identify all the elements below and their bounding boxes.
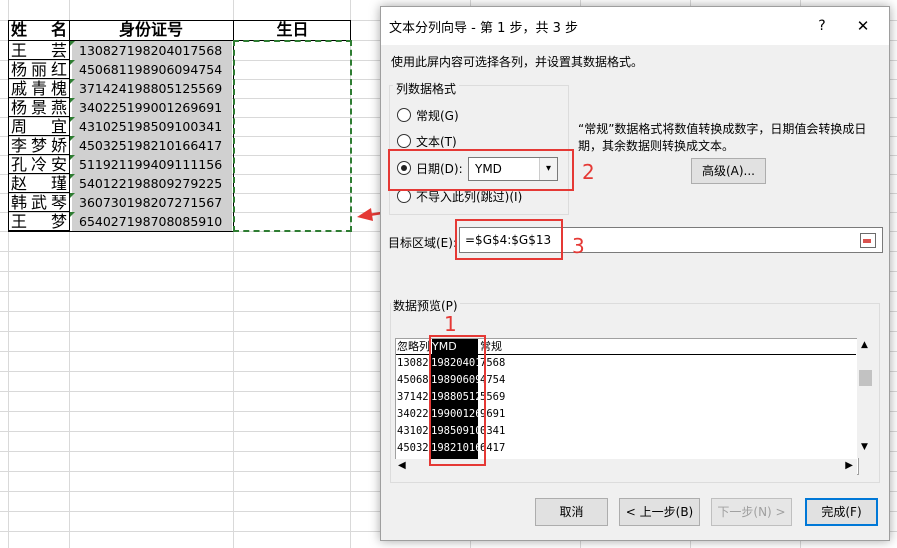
text-number-indicator-icon	[70, 117, 75, 122]
id-cell[interactable]: 130827198204017568	[72, 41, 232, 60]
close-button[interactable]: ✕	[851, 14, 875, 38]
dialog-title: 文本分列向导 - 第 1 步，共 3 步	[389, 21, 579, 36]
preview-cell: 9691	[480, 408, 506, 420]
name-cell[interactable]: 孔冷安	[11, 155, 67, 174]
destination-label: 目标区域(E):	[388, 236, 457, 250]
radio-general-label: 常规(G)	[416, 109, 459, 123]
id-cell[interactable]: 431025198509100341	[72, 117, 232, 136]
back-button[interactable]: < 上一步(B)	[619, 498, 700, 526]
instruction-text: 使用此屏内容可选择各列，并设置其数据格式。	[391, 55, 644, 69]
text-number-indicator-icon	[70, 212, 75, 217]
annotation-box-2	[388, 149, 574, 191]
id-cell[interactable]: 654027198708085910	[72, 212, 232, 231]
annotation-box-1	[429, 335, 486, 466]
radio-icon	[397, 108, 411, 122]
text-number-indicator-icon	[70, 174, 75, 179]
cancel-button[interactable]: 取消	[535, 498, 608, 526]
radio-skip-label: 不导入此列(跳过)(I)	[416, 190, 523, 204]
preview-cell: 7568	[480, 357, 506, 369]
header-birth: 生日	[276, 20, 309, 39]
text-number-indicator-icon	[70, 60, 75, 65]
birth-column-selection	[233, 40, 352, 232]
id-cell[interactable]: 511921199409111156	[72, 155, 232, 174]
text-number-indicator-icon	[70, 41, 75, 46]
id-cell[interactable]: 450325198210166417	[72, 136, 232, 155]
name-cell[interactable]: 赵 瑾	[11, 174, 67, 193]
radio-icon	[397, 189, 411, 203]
preview-cell: 5569	[480, 391, 506, 403]
dialog-titlebar: 文本分列向导 - 第 1 步，共 3 步 ? ✕	[381, 7, 889, 45]
table-border	[69, 20, 70, 232]
annotation-number-2: 2	[582, 160, 595, 184]
range-picker-icon[interactable]	[860, 233, 876, 248]
name-cell[interactable]: 韩武琴	[11, 193, 67, 212]
preview-cell: 4754	[480, 374, 506, 386]
header-id: 身份证号	[118, 20, 183, 39]
text-number-indicator-icon	[70, 136, 75, 141]
annotation-box-3	[455, 219, 563, 260]
scroll-down-icon[interactable]: ▼	[861, 442, 868, 452]
text-number-indicator-icon	[70, 193, 75, 198]
preview-cell: 45032	[397, 442, 429, 454]
preview-cell: 37142	[397, 391, 429, 403]
scroll-thumb[interactable]	[859, 370, 872, 386]
name-cell[interactable]: 李梦娇	[11, 136, 67, 155]
format-group-label: 列数据格式	[393, 80, 460, 97]
name-cell[interactable]: 杨景燕	[11, 98, 67, 117]
header-name: 姓 名	[11, 20, 67, 39]
next-button[interactable]: 下一步(N) >	[711, 498, 792, 526]
preview-cell: 0341	[480, 425, 506, 437]
preview-cell: 13082	[397, 357, 429, 369]
table-border	[350, 20, 351, 41]
scroll-left-icon[interactable]: ◀	[398, 460, 406, 471]
scroll-right-icon[interactable]: ▶	[845, 460, 853, 471]
annotation-number-3: 3	[572, 234, 585, 258]
preview-vertical-scrollbar[interactable]: ▲ ▼	[857, 338, 874, 458]
radio-icon	[397, 134, 411, 148]
scroll-up-icon[interactable]: ▲	[861, 340, 868, 350]
advanced-button[interactable]: 高级(A)...	[691, 158, 766, 184]
name-cell[interactable]: 戚青槐	[11, 79, 67, 98]
id-cell[interactable]: 450681198906094754	[72, 60, 232, 79]
preview-header[interactable]: 忽略列	[397, 339, 430, 354]
text-number-indicator-icon	[70, 98, 75, 103]
help-button[interactable]: ?	[811, 14, 833, 38]
text-number-indicator-icon	[70, 79, 75, 84]
format-description: “常规”数据格式将数值转换成数字，日期值会转换成日期，其余数据则转换成文本。	[578, 122, 867, 153]
text-number-indicator-icon	[70, 155, 75, 160]
radio-general[interactable]: 常规(G)	[397, 107, 459, 125]
radio-text-label: 文本(T)	[416, 135, 457, 149]
preview-cell: 6417	[480, 442, 506, 454]
preview-cell: 34022	[397, 408, 429, 420]
preview-cell: 45068	[397, 374, 429, 386]
preview-cell: 43102	[397, 425, 429, 437]
table-border	[8, 20, 9, 232]
id-cell[interactable]: 540122198809279225	[72, 174, 232, 193]
finish-button[interactable]: 完成(F)	[805, 498, 878, 526]
name-cell[interactable]: 杨丽红	[11, 60, 67, 79]
name-cell[interactable]: 王 梦	[11, 212, 67, 231]
id-cell[interactable]: 371424198805125569	[72, 79, 232, 98]
name-cell[interactable]: 周 宜	[11, 117, 67, 136]
name-cell[interactable]: 王 芸	[11, 41, 67, 60]
id-cell[interactable]: 340225199001269691	[72, 98, 232, 117]
id-cell[interactable]: 360730198207271567	[72, 193, 232, 212]
annotation-number-1: 1	[444, 312, 457, 336]
table-border	[8, 231, 234, 232]
